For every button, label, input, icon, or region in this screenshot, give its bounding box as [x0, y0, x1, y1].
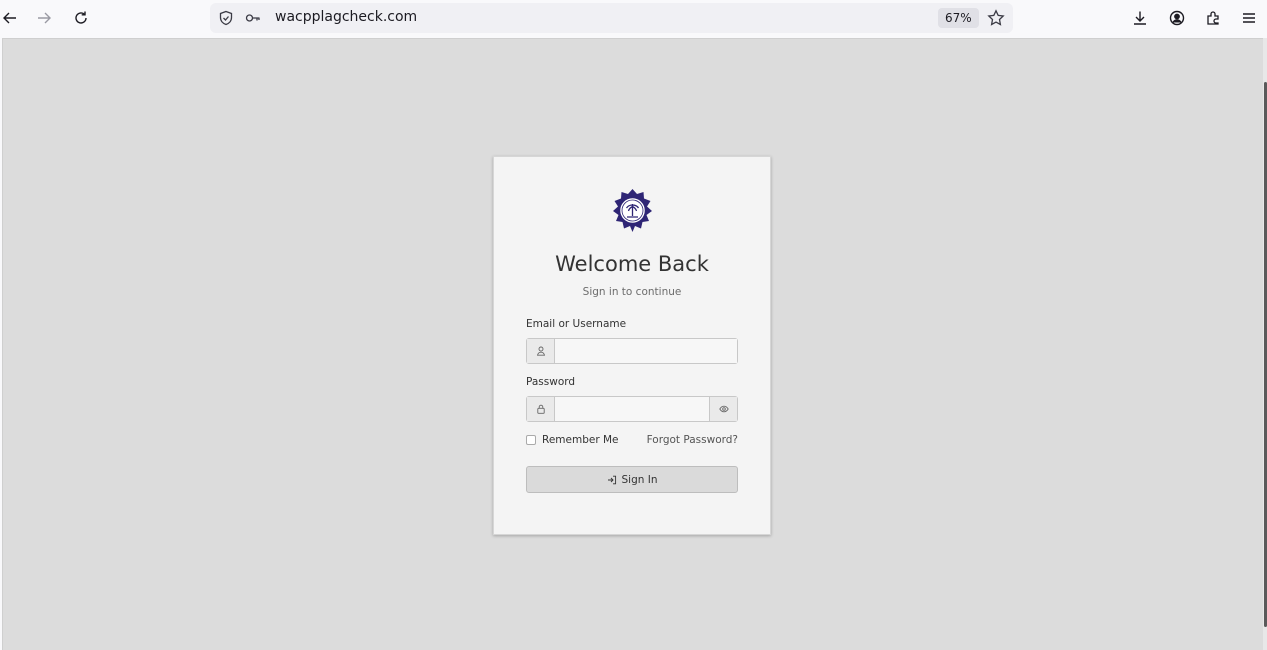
remember-me-label[interactable]: Remember Me — [542, 434, 619, 446]
lock-icon — [527, 397, 555, 421]
account-icon[interactable] — [1164, 5, 1190, 31]
shield-icon[interactable] — [218, 10, 234, 26]
username-input-group — [526, 338, 738, 364]
remember-me-checkbox[interactable] — [526, 435, 536, 445]
key-icon[interactable] — [245, 10, 261, 26]
download-icon[interactable] — [1127, 5, 1153, 31]
login-card: Welcome Back Sign in to continue Email o… — [493, 156, 771, 535]
sign-in-label: Sign In — [621, 473, 658, 486]
back-icon[interactable] — [0, 5, 23, 31]
menu-icon[interactable] — [1236, 5, 1262, 31]
show-password-eye-icon[interactable] — [709, 397, 737, 421]
forgot-password-link[interactable]: Forgot Password? — [647, 434, 738, 446]
bookmark-star-icon[interactable] — [987, 9, 1005, 27]
username-input[interactable] — [555, 339, 737, 363]
sign-in-icon — [607, 475, 616, 484]
forward-icon[interactable] — [31, 5, 57, 31]
password-input-group — [526, 396, 738, 422]
password-input[interactable] — [555, 397, 709, 421]
remember-me[interactable]: Remember Me — [526, 434, 619, 446]
username-label: Email or Username — [526, 318, 627, 330]
page-title: Welcome Back — [555, 252, 709, 276]
extensions-icon[interactable] — [1200, 5, 1226, 31]
organization-logo — [613, 189, 652, 232]
browser-toolbar: wacpplagcheck.com 67% — [0, 0, 1267, 37]
sign-in-button[interactable]: Sign In — [526, 466, 738, 493]
reload-icon[interactable] — [68, 5, 94, 31]
page-subtitle: Sign in to continue — [582, 286, 682, 298]
zoom-level-badge[interactable]: 67% — [938, 8, 979, 28]
user-icon — [527, 339, 555, 363]
url-bar[interactable]: wacpplagcheck.com 67% — [210, 3, 1013, 33]
url-text[interactable]: wacpplagcheck.com — [275, 9, 417, 25]
password-label: Password — [526, 376, 576, 388]
